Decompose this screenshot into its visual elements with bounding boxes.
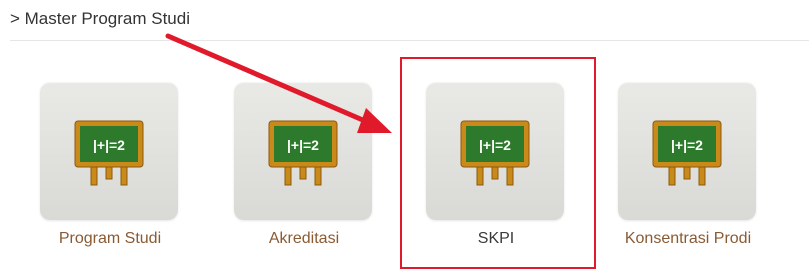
annotation-arrow-icon <box>165 33 392 133</box>
